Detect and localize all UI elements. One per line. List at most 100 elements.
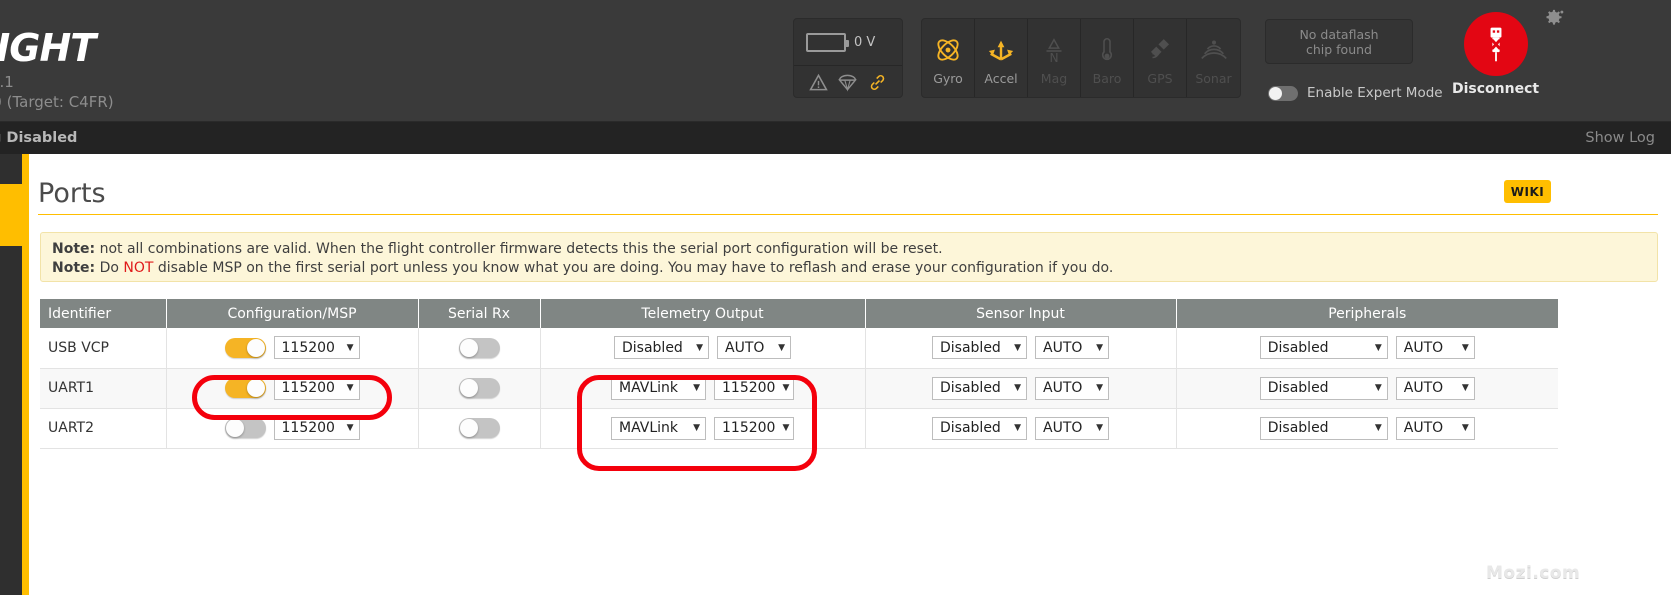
cell-configuration-msp: 115200 ▼: [166, 328, 419, 369]
status-icons-row: [794, 66, 902, 98]
telemetry-function-select[interactable]: MAVLink ▼: [611, 376, 706, 400]
cell-configuration-msp: 115200 ▼: [166, 408, 419, 449]
dataflash-line-1: No dataflash: [1299, 26, 1379, 42]
page-title: Ports: [38, 178, 106, 209]
sidebar-nav[interactable]: [0, 154, 22, 595]
msp-baud-value: 115200: [281, 339, 335, 356]
dataflash-line-2: chip found: [1305, 41, 1372, 57]
row-identifier: UART2: [40, 408, 167, 449]
chevron-down-icon: ▼: [782, 383, 790, 393]
gyro-icon: [933, 30, 963, 70]
ports-table: Identifier Configuration/MSP Serial Rx T…: [40, 299, 1558, 449]
serial-rx-toggle[interactable]: [458, 418, 500, 438]
sensor-function-select[interactable]: Disabled ▼: [932, 336, 1027, 360]
note-line-2: Note: Do NOT disable MSP on the first se…: [52, 259, 1657, 278]
sensor-baud-select[interactable]: AUTO ▼: [1035, 336, 1109, 360]
warning-icon: [809, 73, 828, 90]
chevron-down-icon: ▼: [1461, 342, 1469, 353]
cell-serial-rx: [418, 408, 541, 449]
telemetry-baud-select[interactable]: 115200 ▼: [714, 376, 794, 400]
msp-baud-value: 115200: [281, 420, 335, 436]
msp-baud-select[interactable]: 115200 ▼: [273, 416, 360, 440]
cell-peripherals: Disabled ▼ AUTO ▼: [1176, 408, 1558, 449]
expert-mode-toggle[interactable]: [1268, 85, 1298, 101]
peripheral-baud-select[interactable]: AUTO ▼: [1395, 376, 1475, 400]
chevron-down-icon: ▼: [1096, 383, 1103, 393]
cell-sensor-input: Disabled ▼ AUTO ▼: [865, 408, 1177, 449]
telemetry-function-select[interactable]: Disabled ▼: [614, 336, 709, 360]
row-identifier: USB VCP: [40, 328, 167, 369]
chevron-down-icon: ▼: [346, 383, 354, 393]
accel-icon: [986, 30, 1016, 70]
gear-icon[interactable]: [1543, 8, 1565, 30]
expert-mode-label: Enable Expert Mode: [1307, 85, 1443, 101]
telemetry-baud-select[interactable]: 115200 ▼: [714, 416, 794, 440]
telemetry-baud-select[interactable]: AUTO ▼: [717, 336, 791, 360]
msp-toggle[interactable]: [224, 418, 266, 438]
msp-baud-select[interactable]: 115200 ▼: [273, 376, 360, 400]
sensor-function-select[interactable]: Disabled ▼: [932, 376, 1027, 400]
sensor-function-value: Disabled: [940, 420, 1001, 436]
msp-toggle[interactable]: [224, 378, 266, 398]
header-identifier: Identifier: [40, 299, 167, 328]
status-bar: g Disabled Show Log: [0, 122, 1671, 154]
battery-status-panel: 0 V: [793, 18, 903, 98]
cell-serial-rx: [418, 328, 541, 369]
chevron-down-icon: ▼: [1096, 342, 1103, 353]
cell-serial-rx: [418, 368, 541, 409]
msp-toggle[interactable]: [224, 337, 266, 358]
wiki-button[interactable]: WIKI: [1504, 180, 1551, 203]
peripheral-baud-select[interactable]: AUTO ▼: [1395, 336, 1475, 360]
sidebar-item-rest[interactable]: [0, 246, 22, 595]
sensor-baud-select[interactable]: AUTO ▼: [1035, 416, 1109, 440]
note-2-emphasis: NOT: [123, 260, 154, 276]
chevron-down-icon: ▼: [693, 423, 700, 433]
telemetry-function-select[interactable]: MAVLink ▼: [611, 416, 706, 440]
chevron-down-icon: ▼: [1374, 342, 1382, 353]
sensor-baud-select[interactable]: AUTO ▼: [1035, 376, 1109, 400]
chevron-down-icon: ▼: [1461, 383, 1469, 393]
chevron-down-icon: ▼: [346, 423, 354, 433]
link-icon: [870, 74, 885, 90]
chevron-down-icon: ▼: [693, 383, 700, 393]
sensor-gyro-label: Gyro: [933, 71, 963, 86]
sensor-function-value: Disabled: [940, 380, 1001, 396]
dataflash-status-button[interactable]: No dataflash chip found: [1265, 19, 1413, 64]
sensor-function-select[interactable]: Disabled ▼: [932, 416, 1027, 440]
telemetry-baud-value: AUTO: [725, 339, 765, 356]
cell-telemetry-output: MAVLink ▼ 115200 ▼: [540, 368, 866, 409]
gps-icon: [1145, 30, 1175, 70]
header-configuration-msp: Configuration/MSP: [166, 299, 419, 328]
header-telemetry-output: Telemetry Output: [540, 299, 866, 328]
chevron-down-icon: ▼: [1461, 423, 1469, 433]
header-peripherals: Peripherals: [1176, 299, 1558, 328]
app-logo: FLIGHT: [0, 26, 96, 70]
show-log-link[interactable]: Show Log: [1585, 130, 1655, 146]
peripheral-function-select[interactable]: Disabled ▼: [1259, 416, 1388, 440]
firmware-version: 0.0 (Target: C4FR): [0, 93, 114, 111]
chevron-down-icon: ▼: [1014, 383, 1021, 393]
peripheral-function-select[interactable]: Disabled ▼: [1259, 376, 1388, 400]
sensor-status-panel: Gyro Accel N Mag Baro GPS Sonar: [921, 18, 1241, 98]
peripheral-baud-select[interactable]: AUTO ▼: [1395, 416, 1475, 440]
svg-text:N: N: [1049, 51, 1058, 65]
baro-icon: [1094, 30, 1120, 70]
note-2-post: disable MSP on the first serial port unl…: [153, 260, 1114, 276]
usb-disconnect-icon: [1463, 12, 1528, 76]
serial-rx-toggle[interactable]: [458, 378, 500, 398]
chevron-down-icon: ▼: [1374, 423, 1382, 433]
disconnect-label: Disconnect: [1452, 81, 1540, 97]
peripheral-function-select[interactable]: Disabled ▼: [1259, 336, 1388, 360]
peripheral-function-value: Disabled: [1267, 339, 1329, 356]
expert-mode-control[interactable]: Enable Expert Mode: [1268, 85, 1443, 101]
note-1-prefix: Note:: [52, 241, 96, 257]
sidebar-item-1[interactable]: [0, 154, 22, 184]
msp-baud-select[interactable]: 115200 ▼: [273, 336, 360, 360]
ports-page: Ports WIKI Note: not all combinations ar…: [29, 154, 1671, 595]
cell-telemetry-output: Disabled ▼ AUTO ▼: [540, 328, 866, 369]
sidebar-item-ports-active[interactable]: [0, 184, 22, 246]
peripheral-baud-value: AUTO: [1403, 339, 1444, 356]
disconnect-button[interactable]: Disconnect: [1452, 12, 1539, 97]
serial-rx-toggle[interactable]: [458, 337, 500, 358]
msp-baud-value: 115200: [281, 380, 335, 396]
